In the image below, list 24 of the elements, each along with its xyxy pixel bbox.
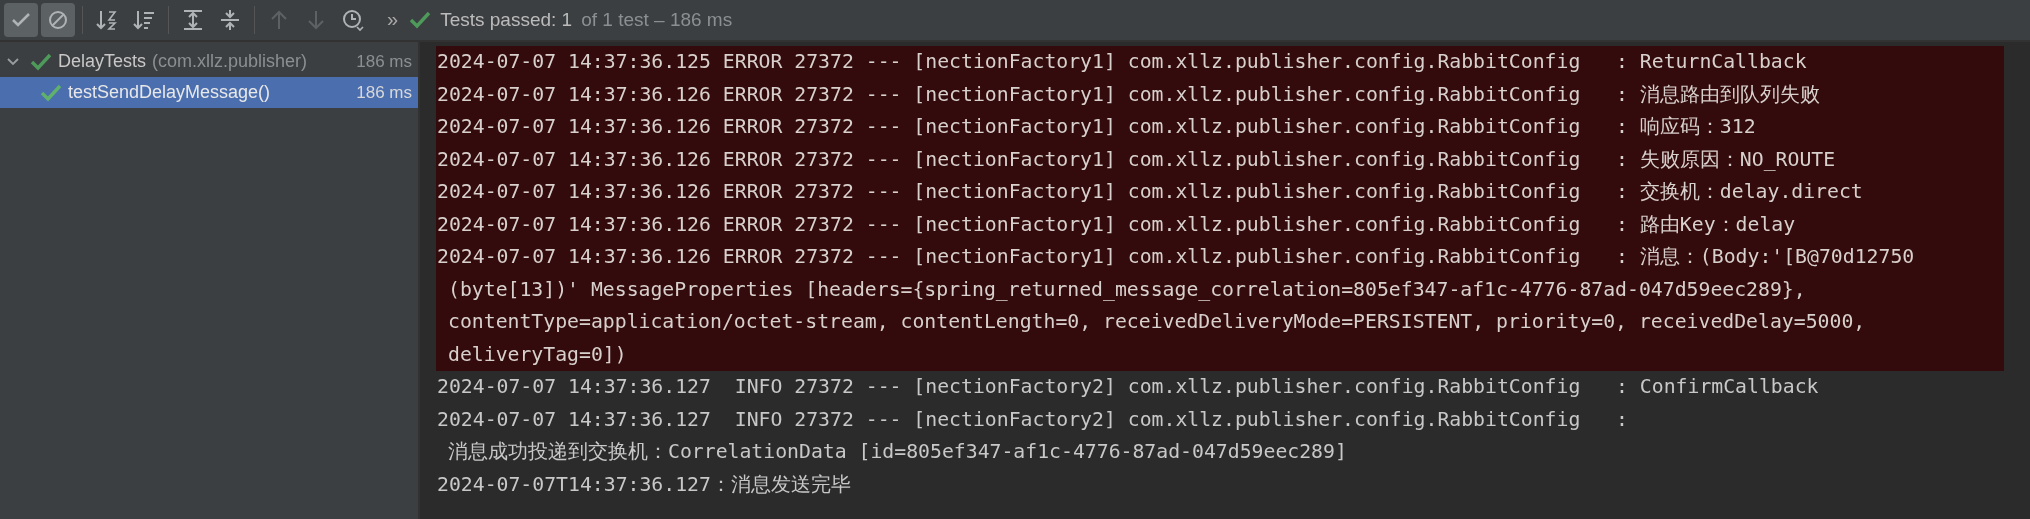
log-line: 2024-07-07 14:37:36.126 ERROR 27372 --- [nectionFactory1] com.xllz.publisher.config.RabbitConfig : 交换机：delay.direct	[436, 179, 1864, 205]
status-count: Tests passed: 1	[440, 9, 573, 31]
package-name: (com.xllz.publisher)	[152, 51, 308, 72]
log-line: 消息成功投递到交换机：CorrelationData [id=805ef347-af1c-4776-87ad-047d59eec289]	[447, 439, 1348, 465]
test-class-name: DelayTests	[58, 51, 147, 72]
log-line: 2024-07-07T14:37:36.127：消息发送完毕	[436, 471, 852, 498]
log-line: deliveryTag=0])	[447, 341, 628, 368]
duration: 186 ms	[356, 51, 412, 72]
tree-item[interactable]: DelayTests (com.xllz.publisher) 186 ms	[0, 46, 418, 77]
log-line: 2024-07-07 14:37:36.126 ERROR 27372 --- [nectionFactory1] com.xllz.publisher.config.RabbitConfig : 消息路由到队列失败	[436, 81, 1821, 108]
log-line: 2024-07-07 14:37:36.127 INFO 27372 --- [nectionFactory2] com.xllz.publisher.config.RabbitConfig :	[436, 406, 1629, 433]
log-line: (byte[13])' MessageProperties [headers={spring_returned_message_correlation=805ef347-af1c-4776-87ad-047d59eec289},	[447, 276, 1807, 303]
log-line: 2024-07-07 14:37:36.126 ERROR 27372 --- [nectionFactory1] com.xllz.publisher.config.RabbitConfig : 响应码：312	[436, 114, 1757, 140]
log-line: 2024-07-07 14:37:36.127 INFO 27372 --- [nectionFactory2] com.xllz.publisher.config.RabbitConfig : ConfirmCallback	[436, 374, 1820, 400]
log-line: 2024-07-07 14:37:36.126 ERROR 27372 --- [nectionFactory1] com.xllz.publisher.config.RabbitConfig : 消息：(Body:'[B@70d12750	[436, 244, 1916, 270]
duration: 186 ms	[356, 82, 412, 103]
log-line: 2024-07-07 14:37:36.126 ERROR 27372 --- [nectionFactory1] com.xllz.publisher.config.RabbitConfig : 失败原因：NO_ROUTE	[436, 146, 1837, 173]
log-line: 2024-07-07 14:37:36.125 ERROR 27372 --- [nectionFactory1] com.xllz.publisher.config.RabbitConfig : ReturnCallback	[436, 49, 1808, 75]
more-button[interactable]: »	[387, 7, 399, 31]
log-line: contentType=application/octet-stream, contentLength=0, receivedDeliveryMode=PERSISTENT, priority=0, receivedDelay=5000,	[447, 309, 1867, 335]
log-line: 2024-07-07 14:37:36.126 ERROR 27372 --- [nectionFactory1] com.xllz.publisher.config.RabbitConfig : 路由Key：delay	[436, 211, 1797, 238]
tree-item[interactable]: testSendDelayMessage() 186 ms	[0, 77, 418, 108]
test-method-name: testSendDelayMessage()	[68, 82, 271, 103]
status-detail: of 1 test – 186 ms	[581, 9, 733, 31]
